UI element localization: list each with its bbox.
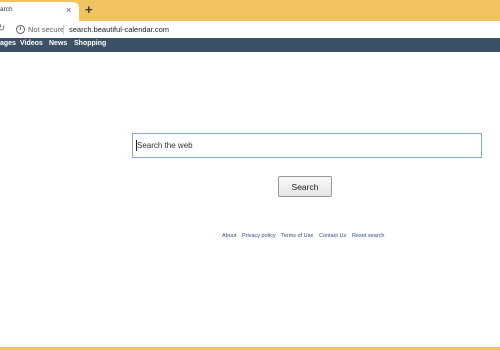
footer-link-reset[interactable]: Reset search	[352, 233, 384, 239]
tab-title: arch	[0, 6, 13, 13]
nav-item-news[interactable]: News	[49, 40, 67, 47]
url-divider	[63, 25, 64, 34]
reload-glyph: ↻	[0, 23, 6, 34]
nav-item-images[interactable]: ages	[0, 40, 16, 47]
reload-icon[interactable]: ↻	[0, 23, 6, 35]
address-bar[interactable]: search.beautiful-calendar.com	[69, 25, 169, 34]
nav-item-videos[interactable]: Videos	[20, 40, 43, 47]
text-caret	[136, 140, 137, 151]
security-label[interactable]: Not secure	[28, 25, 64, 34]
search-input[interactable]	[132, 133, 482, 158]
search-nav-bar: ages Videos News Shopping	[0, 38, 500, 52]
search-button[interactable]: Search	[278, 176, 332, 197]
address-toolbar: ↻ i Not secure search.beautiful-calendar…	[0, 21, 500, 39]
close-icon[interactable]: ×	[66, 4, 71, 16]
nav-item-shopping[interactable]: Shopping	[74, 40, 106, 47]
footer-link-terms[interactable]: Terms of Use	[281, 233, 313, 239]
info-icon[interactable]: i	[16, 25, 25, 34]
footer-link-privacy[interactable]: Privacy policy	[242, 233, 276, 239]
new-tab-icon[interactable]: +	[85, 3, 93, 17]
browser-tab[interactable]: arch ×	[0, 2, 79, 21]
footer-link-contact[interactable]: Contact Us	[319, 233, 346, 239]
footer-link-about[interactable]: About	[222, 233, 236, 239]
tab-strip: arch × +	[0, 0, 500, 21]
